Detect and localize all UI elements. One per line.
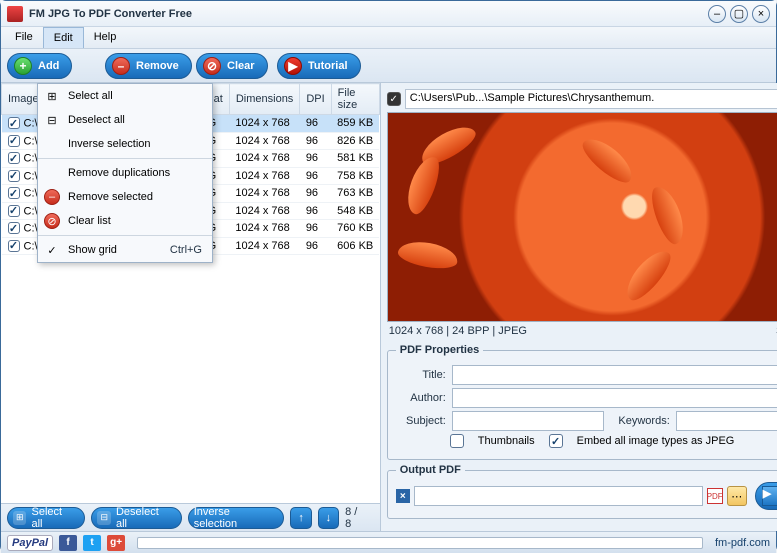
row-checkbox[interactable]: ✓ [8,205,20,217]
select-all-button[interactable]: ⊞Select all [7,507,85,529]
preview-toggle[interactable]: ✓ [387,92,401,106]
gplus-icon[interactable]: g+ [107,535,125,551]
embed-checkbox[interactable]: ✓ [549,434,563,448]
keywords-label: Keywords: [610,415,670,427]
remove-icon: – [44,189,60,205]
tutorial-button[interactable]: ▶ Tutorial [277,53,361,79]
row-checkbox[interactable]: ✓ [8,240,20,252]
play-icon: ▶ [284,57,302,75]
row-checkbox[interactable]: ✓ [8,187,20,199]
clear-output-button[interactable]: × [396,489,410,503]
clearlist-icon: ⊘ [44,213,60,229]
dd-show-grid[interactable]: ✓Show gridCtrl+G [38,238,212,262]
content-area: Image Format Dimensions DPI File size ✓C… [1,83,776,531]
dd-remove-dup[interactable]: Remove duplications [38,161,212,185]
preview-info-bar: 1024 x 768 | 24 BPP | JPEG Scale: 28 % [387,322,777,340]
browse-output-button[interactable]: ⋯ [727,486,747,506]
preview-path: C:\Users\Pub...\Sample Pictures\Chrysant… [405,89,777,109]
close-button[interactable]: × [752,5,770,23]
dd-clear-list[interactable]: ⊘Clear list [38,209,212,233]
title-input[interactable] [452,365,777,385]
move-up-button[interactable]: ↑ [290,507,311,529]
clear-button[interactable]: ⊘ Clear [196,53,268,79]
plus-icon: + [14,57,32,75]
thumbnails-checkbox[interactable] [450,434,464,448]
remove-label: Remove [136,60,179,72]
right-panel: ✓ C:\Users\Pub...\Sample Pictures\Chrysa… [381,83,777,531]
menu-bar: File Edit Help [1,27,776,49]
clear-label: Clear [227,60,255,72]
row-checkbox[interactable]: ✓ [8,170,20,182]
menu-file[interactable]: File [5,27,43,48]
col-dpi[interactable]: DPI [300,84,331,115]
dd-remove-selected[interactable]: –Remove selected [38,185,212,209]
move-down-button[interactable]: ↓ [318,507,339,529]
deselect-all-button[interactable]: ⊟Deselect all [91,507,181,529]
check-icon: ✓ [44,242,60,258]
embed-label: Embed all image types as JPEG [577,435,735,447]
left-panel: Image Format Dimensions DPI File size ✓C… [1,83,381,531]
menu-help[interactable]: Help [84,27,127,48]
output-path-input[interactable] [414,486,703,506]
pdf-properties-legend: PDF Properties [396,344,483,356]
paypal-button[interactable]: PayPal [7,535,53,551]
preview-info: 1024 x 768 | 24 BPP | JPEG [389,325,527,337]
facebook-icon[interactable]: f [59,535,77,551]
toolbar: + Add –Remove ⊘ Clear ▶ Tutorial [1,49,776,83]
app-icon [7,6,23,22]
deselectall-icon: ⊟ [44,112,60,128]
add-button[interactable]: + Add [7,53,72,79]
subject-input[interactable] [452,411,604,431]
inverse-button[interactable]: Inverse selection [188,507,285,529]
minimize-button[interactable]: – [708,5,726,23]
progress-bar [137,537,703,549]
menu-edit[interactable]: Edit [43,27,84,48]
file-count: 8 / 8 [345,506,366,530]
col-dimensions[interactable]: Dimensions [229,84,299,115]
row-checkbox[interactable]: ✓ [8,135,20,147]
start-button[interactable]: ▶Start [755,482,777,510]
website-link[interactable]: fm-pdf.com [715,537,770,549]
row-checkbox[interactable]: ✓ [8,152,20,164]
image-preview [387,112,777,322]
minus-icon: – [112,57,130,75]
subject-label: Subject: [396,415,446,427]
left-bottom-bar: ⊞Select all ⊟Deselect all Inverse select… [1,503,380,531]
add-label: Add [38,60,59,72]
twitter-icon[interactable]: t [83,535,101,551]
dd-inverse[interactable]: Inverse selection [38,132,212,156]
keywords-input[interactable] [676,411,777,431]
maximize-button[interactable]: ▢ [730,5,748,23]
title-bar: FM JPG To PDF Converter Free – ▢ × [1,1,776,27]
preview-path-bar: ✓ C:\Users\Pub...\Sample Pictures\Chrysa… [387,86,777,112]
output-pdf-legend: Output PDF [396,464,465,476]
tutorial-label: Tutorial [308,60,348,72]
remove-button[interactable]: –Remove [105,53,192,79]
dd-select-all[interactable]: ⊞Select all [38,84,212,108]
selectall-icon: ⊞ [44,88,60,104]
pdf-properties-group: PDF Properties Title: Author: Subject: K… [387,344,777,460]
clear-icon: ⊘ [203,57,221,75]
selectall-mini-icon: ⊞ [13,511,26,525]
start-icon: ▶ [762,486,777,506]
pdf-icon: PDF [707,488,723,504]
status-bar: PayPal f t g+ fm-pdf.com [1,531,776,553]
col-filesize[interactable]: File size [331,84,379,115]
title-label: Title: [396,369,446,381]
deselectall-mini-icon: ⊟ [97,511,110,525]
row-checkbox[interactable]: ✓ [8,222,20,234]
author-input[interactable] [452,388,777,408]
output-pdf-group: Output PDF × PDF ⋯ ▶Start [387,464,777,519]
row-checkbox[interactable]: ✓ [8,117,20,129]
file-list-wrap: Image Format Dimensions DPI File size ✓C… [1,83,380,503]
edit-dropdown: ⊞Select all ⊟Deselect all Inverse select… [37,83,213,263]
author-label: Author: [396,392,446,404]
window-title: FM JPG To PDF Converter Free [29,8,704,20]
dd-deselect-all[interactable]: ⊟Deselect all [38,108,212,132]
thumbnails-label: Thumbnails [478,435,535,447]
